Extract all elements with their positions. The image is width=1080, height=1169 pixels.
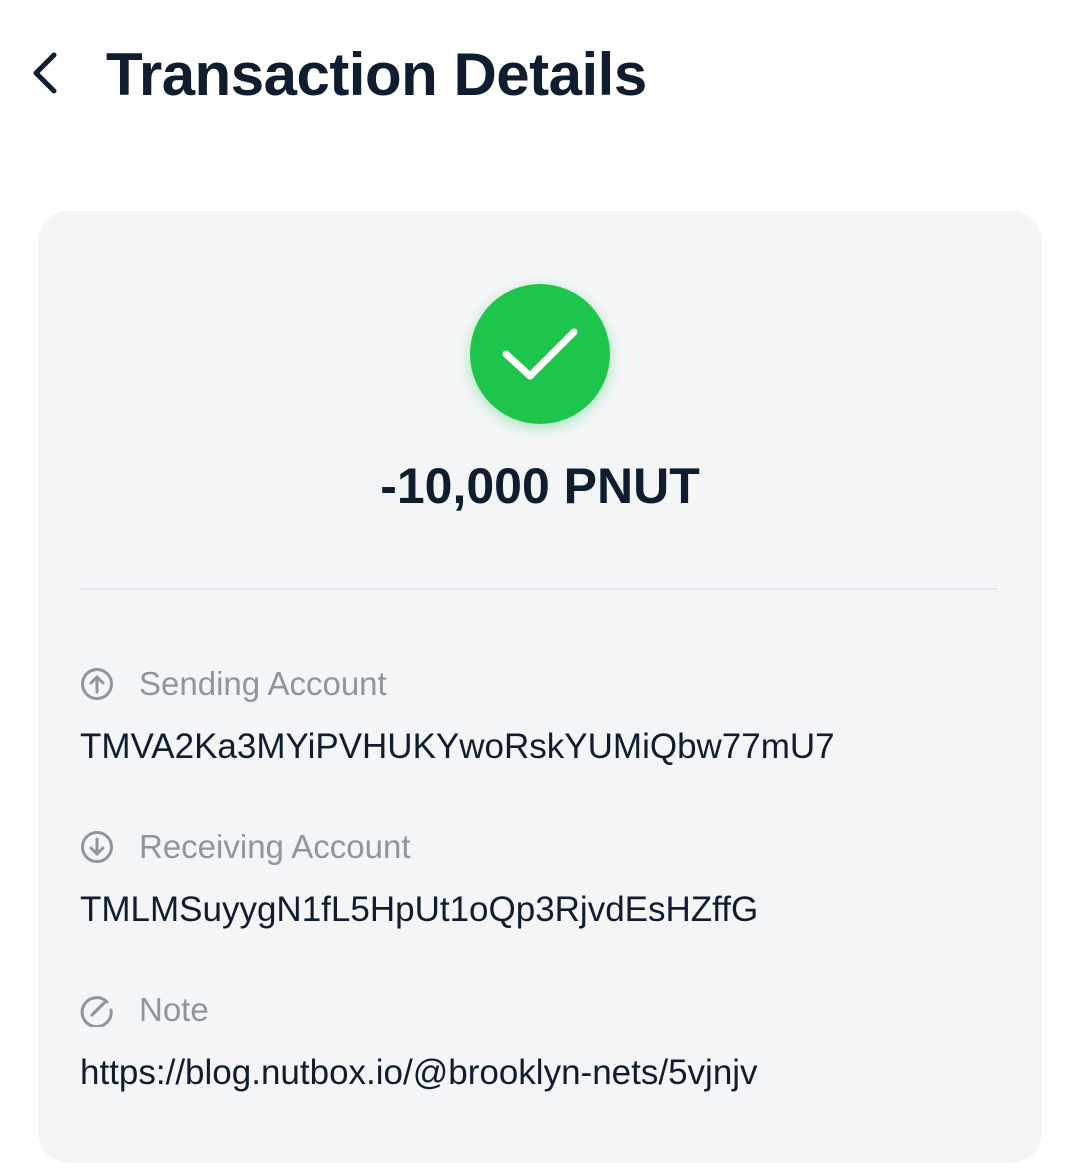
receiving-account-field: Receiving Account TMLMSuyygN1fL5HpUt1oQp… xyxy=(80,825,998,933)
transaction-card: -10,000 PNUT Sending Account TMVA2Ka3MYi… xyxy=(38,211,1042,1163)
receiving-account-value: TMLMSuyygN1fL5HpUt1oQp3RjvdEsHZffG xyxy=(80,890,759,929)
page-title: Transaction Details xyxy=(106,41,647,108)
arrow-up-circle-icon xyxy=(80,667,114,701)
chevron-left-icon xyxy=(33,52,57,94)
transaction-amount: -10,000 PNUT xyxy=(380,458,700,514)
receiving-account-label: Receiving Account xyxy=(139,828,411,865)
note-value[interactable]: https://blog.nutbox.io/@brooklyn-nets/5v… xyxy=(80,1050,998,1096)
sending-account-field: Sending Account TMVA2Ka3MYiPVHUKYwoRskYU… xyxy=(80,662,998,770)
back-button[interactable] xyxy=(20,42,70,104)
check-circle-icon xyxy=(470,284,610,424)
sending-account-value: TMVA2Ka3MYiPVHUKYwoRskYUMiQbw77mU7 xyxy=(80,727,835,766)
header: Transaction Details xyxy=(0,0,1080,150)
note-label: Note xyxy=(139,991,209,1028)
divider xyxy=(80,588,998,590)
sending-account-label: Sending Account xyxy=(139,665,387,702)
edit-circle-icon xyxy=(80,993,114,1027)
note-field: Note https://blog.nutbox.io/@brooklyn-ne… xyxy=(80,988,998,1096)
check-icon xyxy=(502,328,578,380)
arrow-down-circle-icon xyxy=(80,830,114,864)
